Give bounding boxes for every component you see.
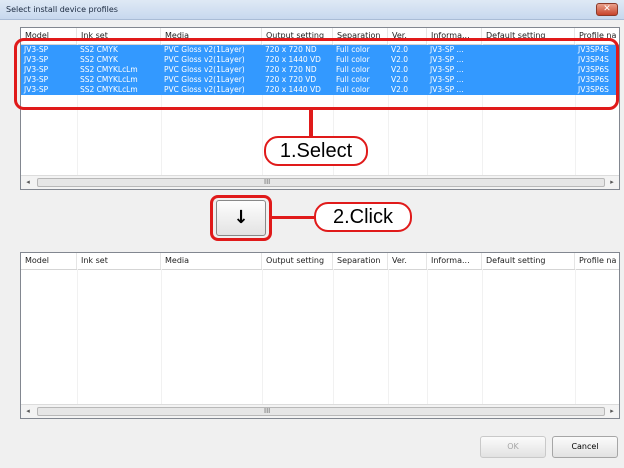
close-button[interactable]: ✕ — [596, 3, 618, 16]
column-header[interactable]: Media — [161, 253, 262, 269]
scroll-right-arrow-icon[interactable]: ▸ — [607, 177, 617, 188]
ok-button[interactable]: OK — [480, 436, 546, 458]
step1-connector — [309, 110, 313, 136]
column-header[interactable]: Informa... — [427, 253, 482, 269]
scroll-left-arrow-icon[interactable]: ◂ — [23, 406, 33, 417]
scroll-right-arrow-icon[interactable]: ▸ — [607, 406, 617, 417]
scrollbar-grip-icon: III — [264, 178, 271, 186]
column-header[interactable]: Profile na — [575, 253, 619, 269]
column-header[interactable]: Default setting — [482, 253, 575, 269]
column-header[interactable]: Ink set — [77, 253, 161, 269]
step2-label: 2.Click — [314, 202, 412, 232]
grid-line — [482, 269, 483, 404]
grid-line — [575, 269, 576, 404]
horizontal-scrollbar[interactable]: ◂ III ▸ — [21, 404, 619, 418]
scrollbar-thumb[interactable]: III — [37, 407, 605, 416]
cancel-button[interactable]: Cancel — [552, 436, 618, 458]
grid-line — [262, 269, 263, 404]
grid-line — [388, 269, 389, 404]
scrollbar-grip-icon: III — [264, 407, 271, 415]
scroll-left-arrow-icon[interactable]: ◂ — [23, 177, 33, 188]
column-header[interactable]: Separation — [333, 253, 388, 269]
window-title: Select install device profiles — [6, 5, 118, 14]
list-header: Model Ink set Media Output setting Separatio… — [21, 253, 619, 270]
selection-highlight-box — [14, 38, 619, 110]
move-button-highlight — [210, 195, 272, 241]
grid-line — [333, 269, 334, 404]
title-bar: Select install device profiles ✕ — [0, 0, 624, 20]
column-header[interactable]: Ver. — [388, 253, 427, 269]
install-profile-list[interactable]: Model Ink set Media Output setting Separatio… — [20, 252, 620, 419]
column-header[interactable]: Model — [21, 253, 77, 269]
grid-line — [77, 269, 78, 404]
step2-connector — [272, 216, 316, 219]
grid-line — [427, 269, 428, 404]
scrollbar-thumb[interactable]: III — [37, 178, 605, 187]
column-header[interactable]: Output setting — [262, 253, 333, 269]
step1-label: 1.Select — [264, 136, 368, 166]
horizontal-scrollbar[interactable]: ◂ III ▸ — [21, 175, 619, 189]
grid-line — [161, 269, 162, 404]
